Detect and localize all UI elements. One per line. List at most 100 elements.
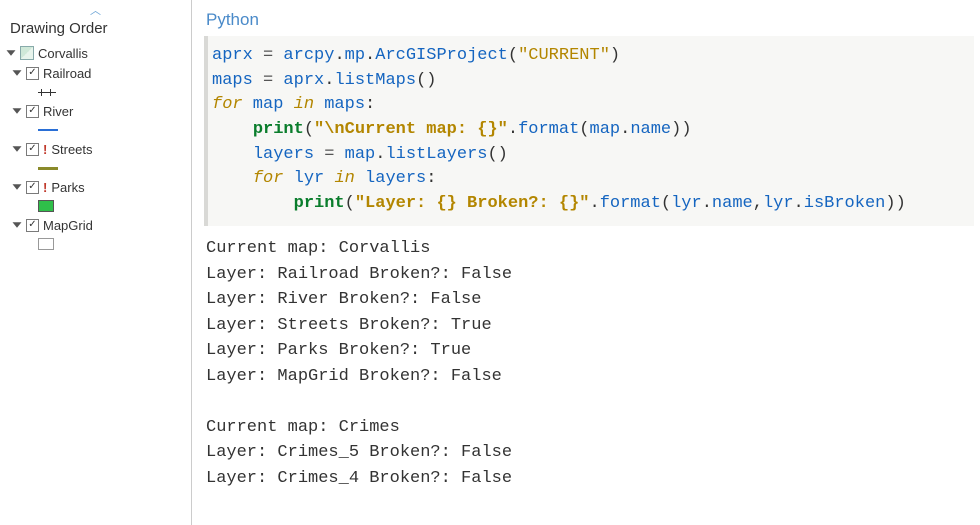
layer-name: Railroad bbox=[43, 66, 91, 81]
layer-name: Streets bbox=[51, 142, 92, 157]
code-token: : bbox=[365, 95, 375, 114]
output-line: Current map: Corvallis bbox=[206, 239, 430, 258]
code-token: . bbox=[334, 46, 344, 65]
python-code-input[interactable]: aprx = arcpy.mp.ArcGISProject("CURRENT")… bbox=[204, 36, 974, 226]
code-token: print bbox=[253, 120, 304, 139]
code-token: = bbox=[253, 71, 284, 90]
code-token: . bbox=[620, 120, 630, 139]
code-token: for bbox=[212, 95, 243, 114]
layer-swatch bbox=[4, 121, 185, 139]
code-token: . bbox=[375, 145, 385, 164]
code-token: = bbox=[253, 46, 284, 65]
output-line: Layer: Crimes_4 Broken?: False bbox=[206, 469, 512, 488]
expand-caret-icon[interactable] bbox=[13, 108, 22, 113]
python-output: Current map: Corvallis Layer: Railroad B… bbox=[192, 226, 980, 491]
layer-name: MapGrid bbox=[43, 218, 93, 233]
code-token: () bbox=[416, 71, 436, 90]
pane-collapse-caret-icon[interactable]: ︿ bbox=[0, 6, 191, 16]
code-token: layers bbox=[355, 169, 426, 188]
layer-row[interactable]: ✓ ! Parks bbox=[4, 177, 185, 197]
code-token: map bbox=[243, 95, 294, 114]
output-line: Layer: Parks Broken?: True bbox=[206, 341, 471, 360]
code-token: format bbox=[600, 194, 661, 213]
code-token bbox=[212, 169, 253, 188]
code-token: )) bbox=[885, 194, 905, 213]
layer-name: River bbox=[43, 104, 73, 119]
layer-swatch bbox=[4, 197, 185, 215]
visibility-checkbox[interactable]: ✓ bbox=[26, 181, 39, 194]
code-token: for bbox=[253, 169, 284, 188]
code-token: "Layer: {} Broken?: {}" bbox=[355, 194, 590, 213]
output-line: Layer: Streets Broken?: True bbox=[206, 316, 492, 335]
drawing-order-title: Drawing Order bbox=[0, 16, 191, 43]
code-token: lyr bbox=[763, 194, 794, 213]
code-token: aprx bbox=[283, 71, 324, 90]
code-token: ( bbox=[508, 46, 518, 65]
code-token: )) bbox=[671, 120, 691, 139]
code-token: () bbox=[487, 145, 507, 164]
code-token: lyr bbox=[671, 194, 702, 213]
code-token: ) bbox=[610, 46, 620, 65]
expand-caret-icon[interactable] bbox=[13, 184, 22, 189]
code-token: . bbox=[324, 71, 334, 90]
code-token: . bbox=[702, 194, 712, 213]
code-token: format bbox=[518, 120, 579, 139]
code-token: lyr bbox=[283, 169, 334, 188]
layer-name: Parks bbox=[51, 180, 84, 195]
expand-caret-icon[interactable] bbox=[13, 146, 22, 151]
layer-tree: Corvallis ✓ Railroad ✓ River ✓ ! Streets… bbox=[0, 43, 191, 253]
layer-row[interactable]: ✓ Railroad bbox=[4, 63, 185, 83]
code-token bbox=[212, 120, 253, 139]
code-token: print bbox=[294, 194, 345, 213]
map-name: Corvallis bbox=[38, 46, 88, 61]
layer-row[interactable]: ✓ ! Streets bbox=[4, 139, 185, 159]
visibility-checkbox[interactable]: ✓ bbox=[26, 67, 39, 80]
code-token: maps bbox=[314, 95, 365, 114]
layer-swatch bbox=[4, 235, 185, 253]
code-token: ( bbox=[345, 194, 355, 213]
layer-swatch bbox=[4, 159, 185, 177]
python-header: Python bbox=[192, 0, 980, 36]
code-token bbox=[212, 145, 253, 164]
code-token: map bbox=[590, 120, 621, 139]
output-line: Current map: Crimes bbox=[206, 418, 400, 437]
code-token: aprx bbox=[212, 46, 253, 65]
map-icon bbox=[20, 46, 34, 60]
code-token: name bbox=[630, 120, 671, 139]
expand-caret-icon[interactable] bbox=[13, 222, 22, 227]
output-line: Layer: Crimes_5 Broken?: False bbox=[206, 443, 512, 462]
layer-swatch bbox=[4, 83, 185, 101]
code-token: name bbox=[712, 194, 753, 213]
code-token bbox=[212, 194, 294, 213]
expand-caret-icon[interactable] bbox=[13, 70, 22, 75]
code-token: in bbox=[294, 95, 314, 114]
code-token: listLayers bbox=[385, 145, 487, 164]
code-token: , bbox=[753, 194, 763, 213]
code-token: listMaps bbox=[334, 71, 416, 90]
code-token: ArcGISProject bbox=[375, 46, 508, 65]
visibility-checkbox[interactable]: ✓ bbox=[26, 143, 39, 156]
map-node[interactable]: Corvallis bbox=[4, 43, 185, 63]
expand-caret-icon[interactable] bbox=[7, 50, 16, 55]
code-token: arcpy bbox=[283, 46, 334, 65]
layer-row[interactable]: ✓ MapGrid bbox=[4, 215, 185, 235]
python-window: Python aprx = arcpy.mp.ArcGISProject("CU… bbox=[192, 0, 980, 525]
code-token: . bbox=[365, 46, 375, 65]
code-token: in bbox=[334, 169, 354, 188]
output-line: Layer: Railroad Broken?: False bbox=[206, 265, 512, 284]
code-token: isBroken bbox=[804, 194, 886, 213]
code-token: maps bbox=[212, 71, 253, 90]
code-token: ( bbox=[661, 194, 671, 213]
contents-pane: ︿ Drawing Order Corvallis ✓ Railroad ✓ R… bbox=[0, 0, 192, 525]
layer-row[interactable]: ✓ River bbox=[4, 101, 185, 121]
broken-source-icon: ! bbox=[43, 180, 47, 195]
code-token: . bbox=[508, 120, 518, 139]
code-token: "CURRENT" bbox=[518, 46, 610, 65]
code-token: ( bbox=[579, 120, 589, 139]
code-token: layers bbox=[253, 145, 314, 164]
code-token: map bbox=[345, 145, 376, 164]
visibility-checkbox[interactable]: ✓ bbox=[26, 219, 39, 232]
visibility-checkbox[interactable]: ✓ bbox=[26, 105, 39, 118]
broken-source-icon: ! bbox=[43, 142, 47, 157]
code-token: "\nCurrent map: {}" bbox=[314, 120, 508, 139]
